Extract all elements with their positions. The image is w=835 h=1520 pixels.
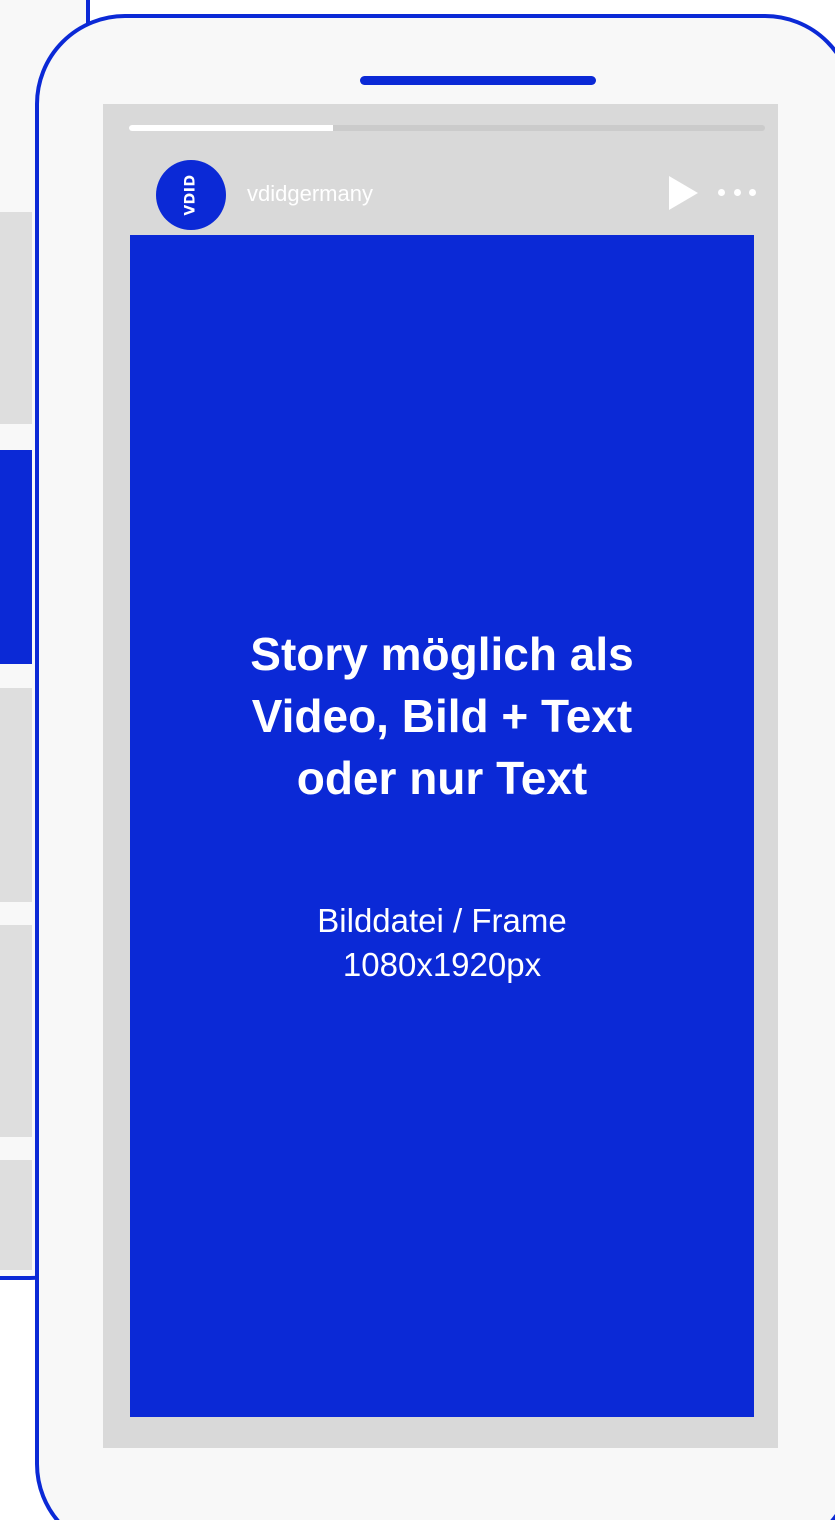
story-subtext: Bilddatei / Frame 1080x1920px <box>130 899 754 987</box>
story-headline-line: oder nur Text <box>296 752 588 804</box>
more-options-icon[interactable] <box>718 184 756 200</box>
story-progress-bar <box>129 125 765 131</box>
story-screen: VDID vdidgermany Story möglich als Video… <box>103 104 778 1448</box>
background-story-thumb <box>0 1160 32 1270</box>
story-headline: Story möglich als Video, Bild + Text ode… <box>130 623 754 809</box>
background-story-thumb <box>0 212 32 424</box>
profile-username[interactable]: vdidgermany <box>247 181 373 207</box>
story-headline-line: Story möglich als <box>250 628 634 680</box>
phone-speaker <box>360 76 596 85</box>
canvas: VDID vdidgermany Story möglich als Video… <box>0 0 835 1520</box>
story-subtext-line: Bilddatei / Frame <box>317 902 567 939</box>
story-headline-line: Video, Bild + Text <box>251 690 633 742</box>
background-story-thumb-active <box>0 450 32 664</box>
story-progress-fill <box>129 125 333 131</box>
background-story-thumb <box>0 688 32 902</box>
profile-avatar[interactable]: VDID <box>156 160 226 230</box>
story-subtext-line: 1080x1920px <box>342 946 542 983</box>
story-content: Story möglich als Video, Bild + Text ode… <box>130 235 754 1417</box>
avatar-logo-text: VDID <box>182 174 199 216</box>
background-story-thumb <box>0 925 32 1137</box>
play-icon[interactable] <box>669 176 698 210</box>
